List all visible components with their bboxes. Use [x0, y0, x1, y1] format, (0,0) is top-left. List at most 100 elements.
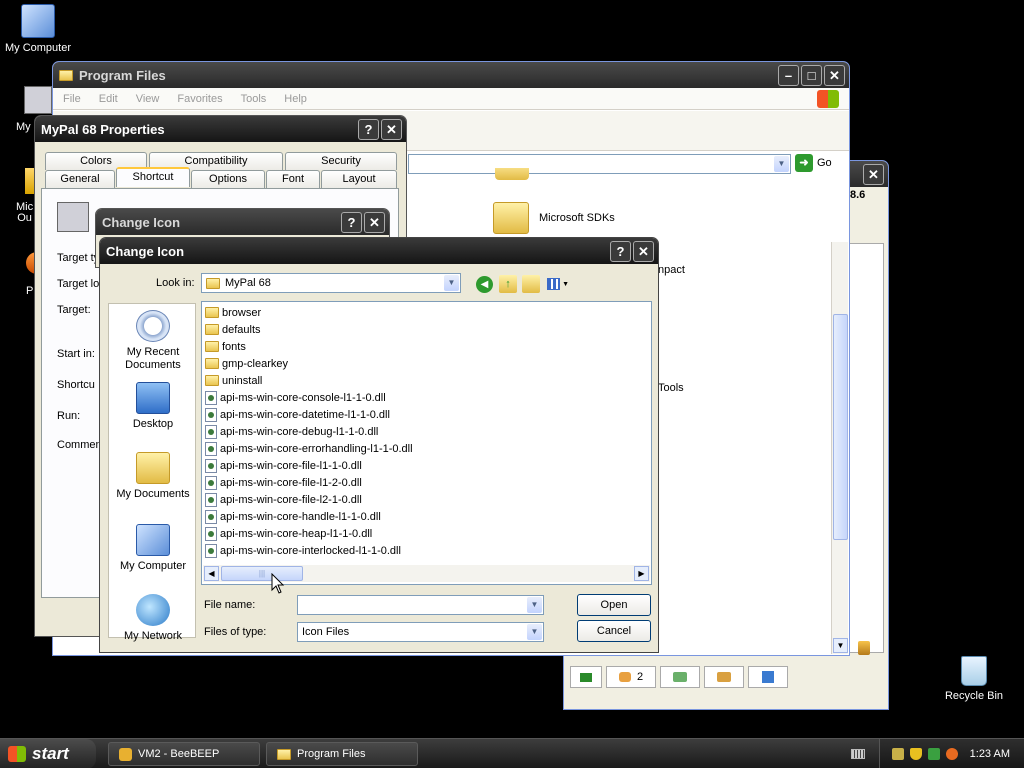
place-my-recent-documents[interactable]: My Recent Documents — [109, 310, 197, 372]
desktop-icon-my-computer[interactable]: My Computer — [0, 4, 76, 54]
file-item[interactable]: api-ms-win-core-console-l1-1-0.dll — [205, 389, 386, 406]
taskbar: start VM2 - BeeBEEP Program Files 1:23 A… — [0, 738, 1024, 768]
close-button[interactable]: ✕ — [364, 211, 385, 233]
desktop-icon-label-group: Mic Ou — [16, 202, 33, 224]
address-bar[interactable]: ▼ — [408, 154, 791, 174]
file-label: fonts — [222, 340, 246, 353]
menu-help[interactable]: Help — [284, 93, 307, 105]
properties-titlebar: MyPal 68 Properties ? ✕ — [35, 116, 406, 142]
help-button[interactable]: ? — [610, 240, 631, 262]
chevron-down-icon[interactable]: ▼ — [774, 156, 789, 172]
place-label: My Recent Documents — [125, 346, 181, 371]
scroll-left-button[interactable]: ◀ — [204, 566, 219, 581]
scrollbar-thumb[interactable] — [833, 314, 848, 540]
tab-font[interactable]: Font — [266, 170, 320, 188]
tab-options[interactable]: Options — [191, 170, 265, 188]
safely-remove-tray-icon[interactable] — [927, 748, 940, 760]
start-button[interactable]: start — [0, 739, 96, 768]
network-globe-icon — [136, 594, 170, 626]
chevron-down-icon[interactable]: ▼ — [444, 275, 459, 291]
minimize-button[interactable]: – — [778, 64, 799, 86]
menu-edit[interactable]: Edit — [99, 93, 118, 105]
folder-item-label[interactable]: npact — [658, 264, 685, 276]
new-folder-icon[interactable] — [522, 275, 540, 293]
close-button[interactable]: ✕ — [633, 240, 654, 262]
cancel-button[interactable]: Cancel — [577, 620, 651, 642]
chat-tab-icon[interactable] — [570, 666, 602, 688]
up-folder-icon[interactable]: ↑ — [499, 275, 517, 293]
search-tray-icon[interactable] — [945, 748, 958, 760]
scroll-right-button[interactable]: ▶ — [634, 566, 649, 581]
folder-item[interactable]: uninstall — [205, 372, 262, 389]
view-menu-icon[interactable]: ▼ — [547, 276, 569, 292]
tab-security[interactable]: Security — [285, 152, 397, 170]
windows-logo-icon — [817, 89, 839, 108]
file-item[interactable]: api-ms-win-core-interlocked-l1-1-0.dll — [205, 542, 401, 559]
field-label: Target ty — [57, 252, 100, 264]
folder-item-microsoft-sdks[interactable]: Microsoft SDKs — [493, 202, 615, 234]
change-icon-back-title: Change Icon — [102, 214, 181, 230]
place-my-computer[interactable]: My Computer — [109, 524, 197, 573]
vertical-scrollbar[interactable]: ▼ — [831, 242, 848, 654]
files-tab-icon[interactable] — [748, 666, 788, 688]
tab-shortcut[interactable]: Shortcut — [116, 167, 190, 187]
back-icon[interactable]: ◀ — [476, 276, 493, 293]
menu-tools[interactable]: Tools — [241, 93, 267, 105]
broom-icon[interactable] — [858, 641, 870, 655]
mypal-app-icon — [24, 86, 52, 114]
folder-item[interactable]: gmp-clearkey — [205, 355, 288, 372]
folder-item[interactable]: fonts — [205, 338, 246, 355]
file-label: api-ms-win-core-debug-l1-1-0.dll — [220, 425, 379, 438]
desktop-icon-recycle-bin[interactable]: Recycle Bin — [936, 656, 1012, 702]
users-tab[interactable]: 2 — [606, 666, 656, 688]
files-of-type-select[interactable]: Icon Files ▼ — [297, 622, 544, 642]
go-arrow-icon: ➜ — [795, 154, 813, 172]
scrollbar-thumb[interactable]: ||| — [221, 566, 303, 581]
close-button[interactable]: ✕ — [824, 64, 845, 86]
file-item[interactable]: api-ms-win-core-datetime-l1-1-0.dll — [205, 406, 390, 423]
help-button[interactable]: ? — [341, 211, 362, 233]
place-my-network[interactable]: My Network — [109, 594, 197, 643]
place-my-documents[interactable]: My Documents — [109, 452, 197, 501]
open-button[interactable]: Open — [577, 594, 651, 616]
scroll-down-button[interactable]: ▼ — [833, 638, 848, 653]
folder-icon — [205, 375, 219, 386]
maximize-button[interactable]: □ — [801, 64, 822, 86]
file-item[interactable]: api-ms-win-core-heap-l1-1-0.dll — [205, 525, 372, 542]
go-button[interactable]: ➜ Go — [795, 154, 832, 172]
network-tray-icon[interactable] — [891, 748, 904, 760]
look-in-combo[interactable]: MyPal 68 ▼ — [201, 273, 461, 293]
file-item[interactable]: api-ms-win-core-errorhandling-l1-1-0.dll — [205, 440, 413, 457]
tab-layout[interactable]: Layout — [321, 170, 397, 188]
file-item[interactable]: api-ms-win-core-file-l1-2-0.dll — [205, 474, 362, 491]
keyboard-icon[interactable] — [851, 749, 865, 759]
file-name-field[interactable]: ▼ — [297, 595, 544, 615]
folder-item[interactable]: browser — [205, 304, 261, 321]
file-item[interactable]: api-ms-win-core-file-l1-1-0.dll — [205, 457, 362, 474]
file-item[interactable]: api-ms-win-core-debug-l1-1-0.dll — [205, 423, 378, 440]
close-button[interactable]: ✕ — [863, 163, 884, 185]
shield-tray-icon[interactable] — [909, 748, 922, 760]
menu-file[interactable]: File — [63, 93, 81, 105]
groups-tab-icon[interactable] — [660, 666, 700, 688]
chevron-down-icon[interactable]: ▼ — [527, 624, 542, 640]
file-list[interactable]: browser defaults fonts gmp-clearkey uninstal… — [201, 301, 652, 585]
menu-view[interactable]: View — [136, 93, 160, 105]
place-desktop[interactable]: Desktop — [109, 382, 197, 431]
close-button[interactable]: ✕ — [381, 118, 402, 140]
folder-item-label[interactable]: Tools — [658, 382, 684, 394]
tab-general[interactable]: General — [45, 170, 115, 188]
folder-item[interactable]: defaults — [205, 321, 261, 338]
file-label: api-ms-win-core-datetime-l1-1-0.dll — [220, 408, 390, 421]
help-button[interactable]: ? — [358, 118, 379, 140]
network-tab-icon[interactable] — [704, 666, 744, 688]
taskbar-item-beebeep[interactable]: VM2 - BeeBEEP — [108, 742, 260, 766]
chevron-down-icon[interactable]: ▼ — [527, 597, 542, 613]
file-label: api-ms-win-core-interlocked-l1-1-0.dll — [220, 544, 401, 557]
taskbar-item-program-files[interactable]: Program Files — [266, 742, 418, 766]
files-of-type-value: Icon Files — [302, 626, 350, 638]
file-item[interactable]: api-ms-win-core-file-l2-1-0.dll — [205, 491, 362, 508]
folder-item[interactable] — [495, 168, 529, 180]
file-item[interactable]: api-ms-win-core-handle-l1-1-0.dll — [205, 508, 381, 525]
menu-favorites[interactable]: Favorites — [177, 93, 222, 105]
